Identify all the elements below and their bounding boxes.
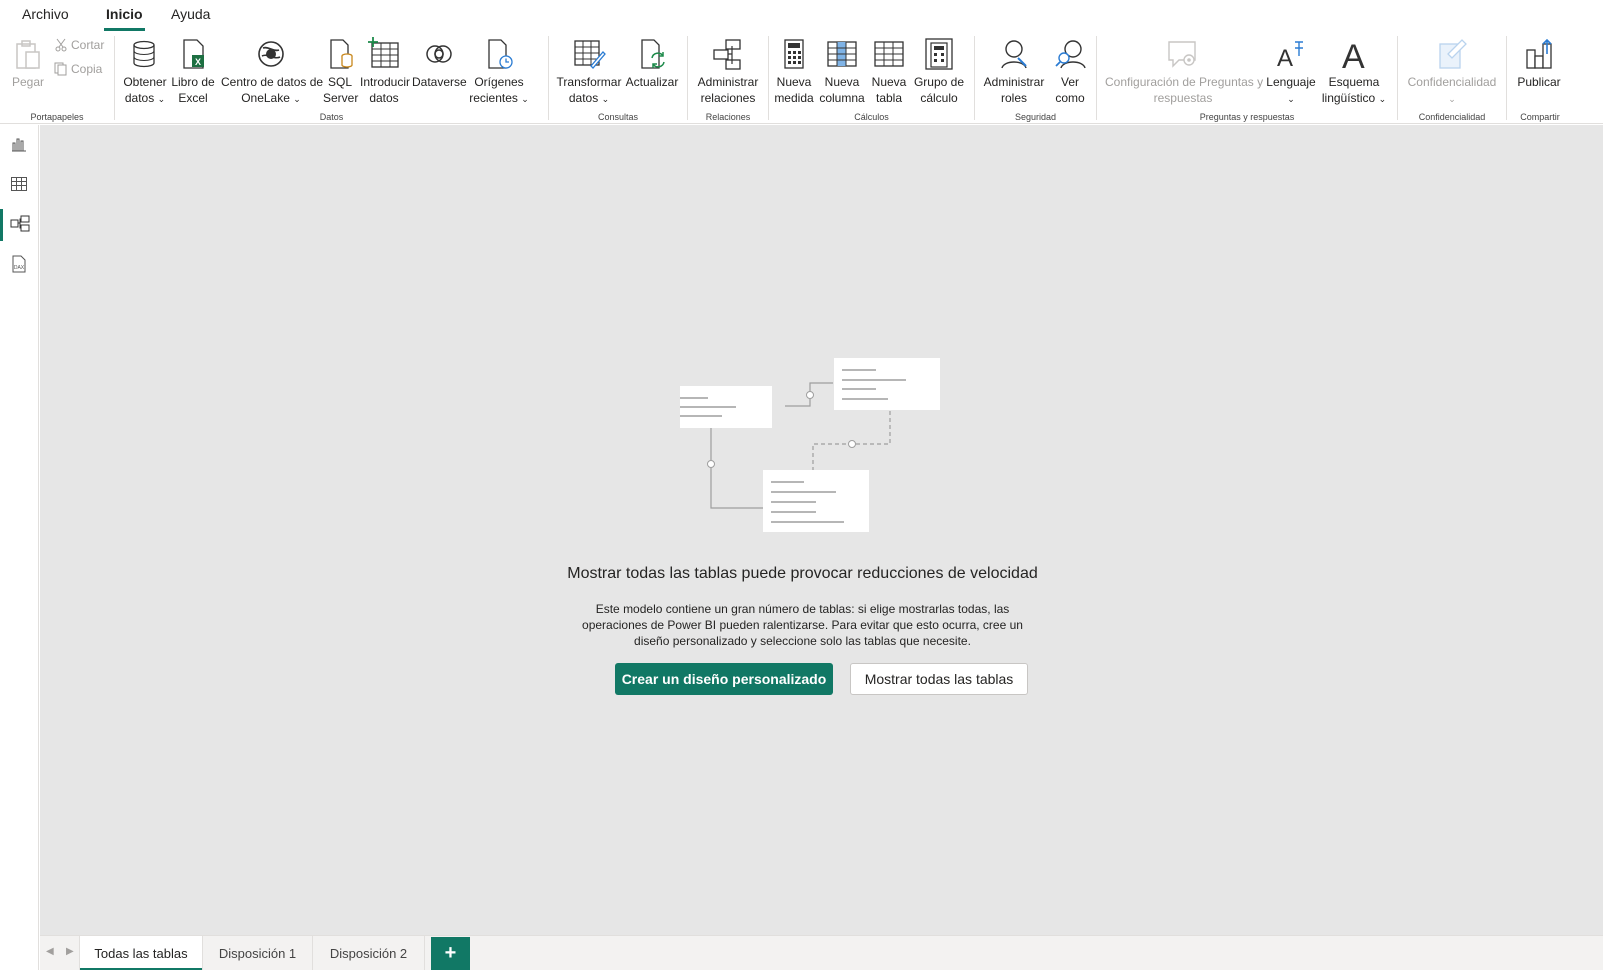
tab-layout-1[interactable]: Disposición 1 bbox=[203, 936, 313, 970]
enter-data-button[interactable]: Introducir datos bbox=[360, 36, 410, 106]
tab-inicio[interactable]: Inicio bbox=[104, 6, 145, 31]
calculation-group-icon bbox=[925, 38, 953, 70]
layout-tab-bar: ◀ ▶ Todas las tablas Disposición 1 Dispo… bbox=[40, 935, 1603, 970]
svg-text:A: A bbox=[1277, 45, 1293, 72]
tab-ayuda[interactable]: Ayuda bbox=[171, 6, 210, 22]
dax-query-view-button[interactable]: DAX bbox=[0, 247, 39, 283]
dataverse-icon bbox=[426, 45, 452, 63]
group-clipboard: Pegar Cortar Copia Portapapeles bbox=[0, 32, 114, 124]
new-column-button[interactable]: Nueva columna bbox=[819, 36, 865, 106]
transform-data-button[interactable]: Transformar datos ⌄ bbox=[556, 36, 622, 107]
sensitivity-button[interactable]: Confidencialidad ⌄ bbox=[1406, 36, 1498, 107]
bar-chart-icon bbox=[12, 138, 26, 152]
scroll-right-arrow-icon[interactable]: ▶ bbox=[66, 946, 74, 957]
warning-description: Este modelo contiene un gran número de t… bbox=[582, 602, 1023, 648]
refresh-icon bbox=[641, 39, 665, 69]
model-canvas: Mostrar todas las tablas puede provocar … bbox=[40, 125, 1603, 935]
relationships-icon bbox=[713, 39, 741, 70]
tab-all-tables[interactable]: Todas las tablas bbox=[79, 936, 203, 970]
group-calcs: Nueva medida Nueva columna Nueva tabla Grup… bbox=[769, 32, 974, 124]
group-label-relations: Relaciones bbox=[705, 112, 751, 122]
sql-server-button[interactable]: SQL Server bbox=[323, 36, 358, 106]
recent-sources-icon bbox=[488, 39, 513, 69]
svg-text:DAX: DAX bbox=[14, 265, 25, 271]
group-queries: Transformar datos ⌄ Actualizar Consultas bbox=[549, 32, 687, 124]
table-view-button[interactable] bbox=[0, 167, 39, 203]
model-diagram-icon bbox=[10, 215, 30, 232]
view-switcher-rail: DAX bbox=[0, 125, 39, 970]
enter-data-table-icon bbox=[368, 37, 399, 68]
group-label-queries: Consultas bbox=[597, 112, 639, 122]
sql-server-icon bbox=[330, 39, 353, 69]
onelake-hub-button[interactable]: Centro de datos de OneLake ⌄ bbox=[221, 36, 323, 107]
report-view-button[interactable] bbox=[0, 127, 39, 163]
onelake-icon bbox=[258, 41, 284, 67]
menu-bar: Archivo Inicio Ayuda bbox=[0, 0, 1603, 31]
qa-setup-button[interactable]: Configuración de Preguntas y respuestas bbox=[1105, 36, 1263, 106]
group-security: Administrar roles Ver como Seguridad bbox=[975, 32, 1096, 124]
group-label-security: Seguridad bbox=[1014, 112, 1057, 122]
model-view-button[interactable] bbox=[0, 207, 39, 243]
view-as-icon bbox=[1055, 40, 1086, 69]
group-data: Obtener datos ⌄ X Libro de Excel Centro de… bbox=[115, 32, 548, 124]
refresh-button[interactable]: Actualizar bbox=[624, 36, 680, 90]
scissors-icon bbox=[55, 38, 67, 52]
add-layout-button[interactable]: + bbox=[431, 937, 470, 970]
copy-icon bbox=[54, 62, 67, 76]
view-as-button[interactable]: Ver como bbox=[1051, 36, 1089, 106]
recent-sources-button[interactable]: Orígenes recientes ⌄ bbox=[469, 36, 529, 107]
group-relations: Administrar relaciones Relaciones bbox=[688, 32, 768, 124]
manage-roles-button[interactable]: Administrar roles bbox=[983, 36, 1045, 106]
new-table-icon bbox=[874, 41, 904, 67]
dataverse-button[interactable]: Dataverse bbox=[412, 36, 467, 90]
qa-setup-icon bbox=[1168, 41, 1196, 68]
tab-layout-2[interactable]: Disposición 2 bbox=[313, 936, 425, 970]
group-label-clipboard: Portapapeles bbox=[30, 112, 84, 122]
group-label-sensitivity: Confidencialidad bbox=[1418, 112, 1486, 122]
group-label-qa: Preguntas y respuestas bbox=[1199, 112, 1295, 122]
warning-title: Mostrar todas las tablas puede provocar … bbox=[567, 565, 1038, 582]
linguistic-schema-button[interactable]: A Esquema lingüístico ⌄ bbox=[1319, 36, 1389, 107]
group-label-share: Compartir bbox=[1520, 112, 1560, 122]
group-label-calcs: Cálculos bbox=[854, 112, 889, 122]
svg-text:X: X bbox=[195, 57, 201, 67]
excel-workbook-button[interactable]: X Libro de Excel bbox=[171, 36, 215, 106]
sensitivity-label-icon bbox=[1439, 39, 1467, 69]
manage-relationships-button[interactable]: Administrar relaciones bbox=[696, 36, 760, 106]
publish-button[interactable]: Publicar bbox=[1513, 36, 1565, 90]
language-button[interactable]: A Lenguaje ⌄ bbox=[1265, 36, 1317, 107]
dax-icon: DAX bbox=[12, 255, 26, 273]
linguistic-schema-icon: A bbox=[1342, 38, 1365, 72]
model-tables-illustration bbox=[680, 358, 940, 532]
transform-data-icon bbox=[574, 40, 606, 69]
copy-button[interactable]: Copia bbox=[54, 62, 102, 76]
group-label-data: Datos bbox=[319, 112, 344, 122]
ribbon: Pegar Cortar Copia Portapapeles Obtener d… bbox=[0, 32, 1603, 124]
new-table-button[interactable]: Nueva tabla bbox=[869, 36, 909, 106]
database-icon bbox=[133, 40, 155, 68]
new-column-icon bbox=[827, 41, 857, 67]
scroll-left-arrow-icon[interactable]: ◀ bbox=[46, 946, 54, 957]
excel-icon: X bbox=[183, 39, 204, 69]
show-all-tables-button[interactable]: Mostrar todas las tablas bbox=[850, 663, 1028, 695]
tab-archivo[interactable]: Archivo bbox=[22, 6, 69, 22]
table-grid-icon bbox=[11, 177, 27, 191]
paste-icon bbox=[16, 40, 40, 69]
language-icon: A bbox=[1277, 41, 1303, 72]
get-data-button[interactable]: Obtener datos ⌄ bbox=[123, 36, 167, 107]
group-sensitivity: Confidencialidad ⌄ Confidencialidad bbox=[1398, 32, 1506, 124]
svg-text:A: A bbox=[1342, 38, 1365, 72]
create-custom-layout-button[interactable]: Crear un diseño personalizado bbox=[615, 663, 833, 695]
group-qa: Configuración de Preguntas y respuestas A… bbox=[1097, 32, 1397, 124]
group-share: Publicar Compartir bbox=[1507, 32, 1573, 124]
manage-roles-icon bbox=[1001, 40, 1027, 69]
paste-button[interactable]: Pegar bbox=[10, 36, 46, 90]
new-measure-button[interactable]: Nueva medida bbox=[773, 36, 815, 106]
cut-button[interactable]: Cortar bbox=[54, 38, 104, 52]
calculator-icon bbox=[784, 39, 804, 69]
publish-icon bbox=[1526, 38, 1552, 69]
calculation-group-button[interactable]: Grupo de cálculo bbox=[912, 36, 966, 106]
